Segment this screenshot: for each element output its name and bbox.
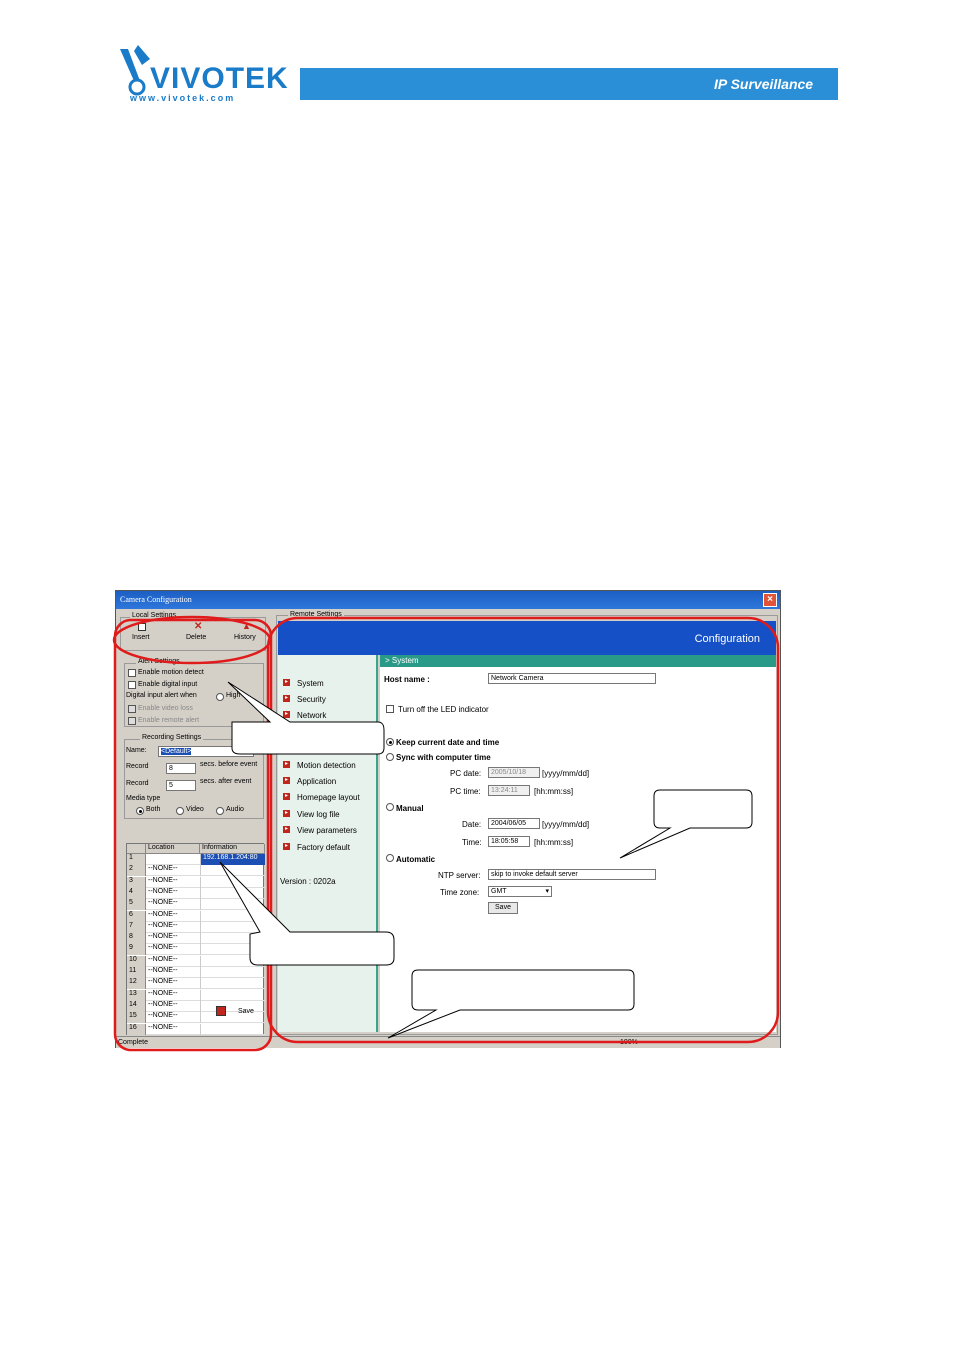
callout-bubble-2 bbox=[219, 861, 395, 966]
annotation-overlay bbox=[112, 615, 780, 1052]
left-panel-highlight bbox=[113, 618, 273, 1052]
local-settings-highlight bbox=[112, 615, 272, 665]
callout-bubble-3 bbox=[619, 789, 753, 859]
callout-bubble-4 bbox=[387, 969, 635, 1039]
callout-bubble-1 bbox=[227, 681, 385, 755]
